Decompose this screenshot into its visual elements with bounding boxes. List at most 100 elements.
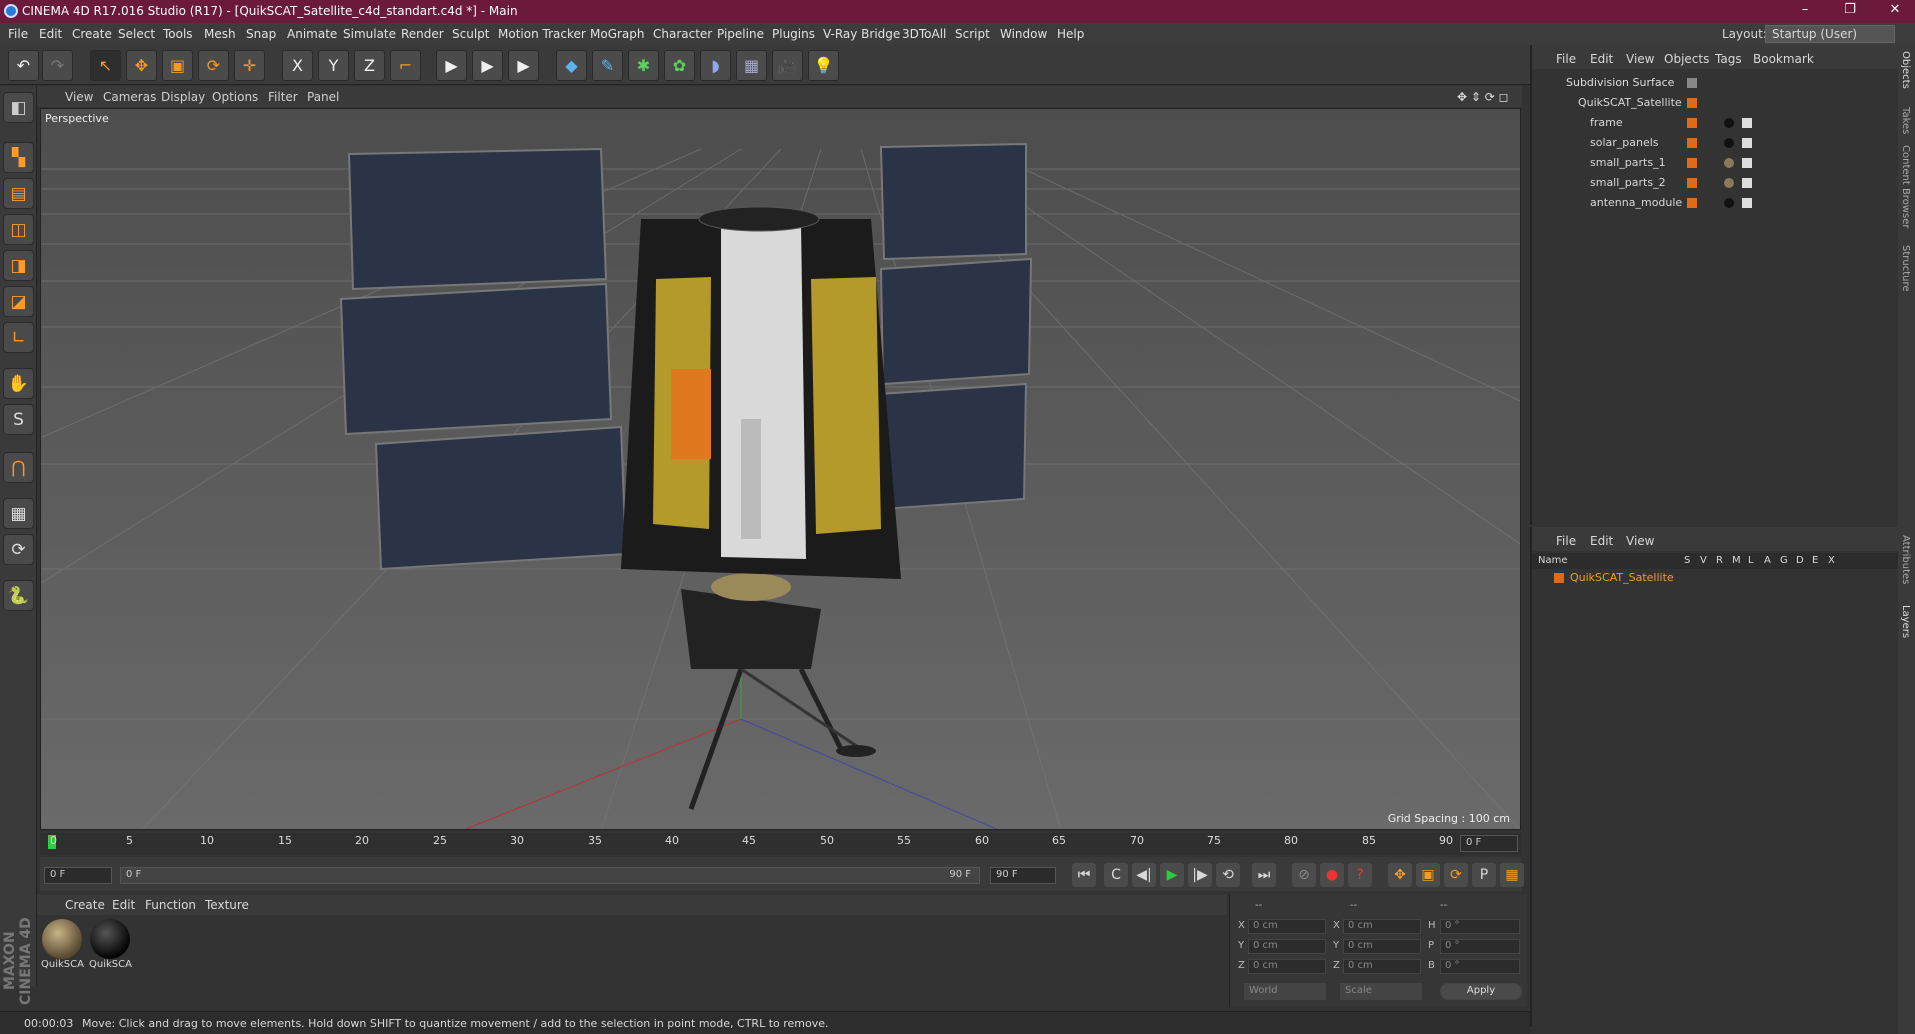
menu-mograph[interactable]: MoGraph <box>590 27 645 41</box>
pen-spline-icon[interactable]: ✎ <box>592 50 623 81</box>
move-tool-icon[interactable]: ✥ <box>126 50 157 81</box>
object-menu-tags[interactable]: Tags <box>1715 52 1742 66</box>
object-menu-view[interactable]: View <box>1626 52 1654 66</box>
menu-sculpt[interactable]: Sculpt <box>452 27 489 41</box>
layer-row[interactable]: QuikSCAT_Satellite <box>1532 570 1900 586</box>
menu-character[interactable]: Character <box>653 27 712 41</box>
menu-pipeline[interactable]: Pipeline <box>717 27 764 41</box>
scale-dropdown[interactable]: Scale <box>1340 983 1422 1000</box>
menu-plugins[interactable]: Plugins <box>772 27 815 41</box>
z-axis-lock-icon[interactable]: Z <box>354 50 385 81</box>
transform-tool-icon[interactable]: ✛ <box>234 50 265 81</box>
texture-tag-icon[interactable] <box>1742 138 1752 148</box>
coordinate-system-icon[interactable]: ⌐ <box>390 50 421 81</box>
layer-color-swatch[interactable] <box>1687 178 1697 188</box>
layer-color-swatch[interactable] <box>1687 138 1697 148</box>
menu-file[interactable]: File <box>8 27 28 41</box>
material-tag-icon[interactable] <box>1724 158 1734 168</box>
material-menu-texture[interactable]: Texture <box>205 898 249 912</box>
side-tab-layers[interactable]: Layers <box>1900 605 1911 638</box>
material-menu-create[interactable]: Create <box>65 898 105 912</box>
render-view-icon[interactable]: ▶ <box>436 50 467 81</box>
start-frame-field[interactable]: 0 F <box>44 867 112 884</box>
size-z-field[interactable]: 0 cm <box>1343 959 1421 974</box>
side-tab-attributes[interactable]: Attributes <box>1900 535 1911 584</box>
position-x-field[interactable]: 0 cm <box>1248 919 1326 934</box>
floor-object-icon[interactable]: ▦ <box>736 50 767 81</box>
menu-3dtoall[interactable]: 3DToAll <box>902 27 946 41</box>
points-mode-icon[interactable]: ◨ <box>3 250 34 281</box>
go-to-end-icon[interactable]: ⏭ <box>1252 863 1276 887</box>
object-row-frame[interactable]: frame <box>1532 113 1900 133</box>
end-frame-field[interactable]: 90 F <box>990 867 1056 884</box>
model-mode-icon[interactable]: ▚ <box>3 142 34 173</box>
viewport-menu-options[interactable]: Options <box>212 90 258 104</box>
redo-icon[interactable]: ↷ <box>42 50 73 81</box>
menu-create[interactable]: Create <box>72 27 112 41</box>
snap-icon[interactable]: ⋂ <box>3 452 34 483</box>
texture-tag-icon[interactable] <box>1742 178 1752 188</box>
layer-color-swatch[interactable] <box>1687 78 1697 88</box>
prev-frame-icon[interactable]: ◀| <box>1132 863 1156 887</box>
frame-range-slider[interactable]: 0 F 90 F <box>120 867 980 884</box>
viewport-menu-display[interactable]: Display <box>161 90 205 104</box>
workplane-lock-icon[interactable]: ▦ <box>3 498 34 529</box>
layer-menu-file[interactable]: File <box>1556 534 1576 548</box>
layer-menu-view[interactable]: View <box>1626 534 1654 548</box>
menu-help[interactable]: Help <box>1057 27 1084 41</box>
maximize-button[interactable]: ❐ <box>1830 2 1870 21</box>
material-menu-edit[interactable]: Edit <box>112 898 135 912</box>
menu-animate[interactable]: Animate <box>287 27 337 41</box>
menu-motion-tracker[interactable]: Motion Tracker <box>498 27 586 41</box>
menu-script[interactable]: Script <box>955 27 990 41</box>
position-z-field[interactable]: 0 cm <box>1248 959 1326 974</box>
layer-color-swatch[interactable] <box>1687 118 1697 128</box>
menu-mesh[interactable]: Mesh <box>204 27 236 41</box>
menu-snap[interactable]: Snap <box>246 27 276 41</box>
object-row-solar-panels[interactable]: solar_panels <box>1532 133 1900 153</box>
object-row-small-parts-1[interactable]: small_parts_1 <box>1532 153 1900 173</box>
menu-edit[interactable]: Edit <box>39 27 62 41</box>
viewport-menu-filter[interactable]: Filter <box>268 90 298 104</box>
x-axis-lock-icon[interactable]: X <box>282 50 313 81</box>
rotation-p-field[interactable]: 0 ° <box>1440 939 1520 954</box>
layer-color-swatch[interactable] <box>1554 573 1564 583</box>
menu-simulate[interactable]: Simulate <box>343 27 396 41</box>
viewport-nav-icons[interactable]: ✥ ⇕ ⟳ ◻ <box>1457 90 1509 104</box>
material-swatch[interactable]: QuikSCA <box>41 919 84 979</box>
timeline-ruler[interactable]: 0 5 10 15 20 25 30 35 40 45 50 55 60 65 … <box>40 833 1521 855</box>
camera-icon[interactable]: 🎥 <box>772 50 803 81</box>
object-row-subdivision-surface[interactable]: Subdivision Surface <box>1532 73 1900 93</box>
viewport-menu-panel[interactable]: Panel <box>307 90 339 104</box>
render-settings-icon[interactable]: ▶ <box>508 50 539 81</box>
loop-icon[interactable]: ⟲ <box>1216 863 1240 887</box>
go-to-start-icon[interactable]: ⏮ <box>1072 863 1096 887</box>
position-y-field[interactable]: 0 cm <box>1248 939 1326 954</box>
material-tag-icon[interactable] <box>1724 138 1734 148</box>
menu-render[interactable]: Render <box>401 27 444 41</box>
minimize-button[interactable]: – <box>1785 2 1825 21</box>
auto-key-icon[interactable]: ? <box>1348 863 1372 887</box>
object-row-quikscat-satellite[interactable]: QuikSCAT_Satellite <box>1532 93 1900 113</box>
viewport-menu-cameras[interactable]: Cameras <box>103 90 156 104</box>
key-position-icon[interactable]: ✥ <box>1388 863 1412 887</box>
object-menu-edit[interactable]: Edit <box>1590 52 1613 66</box>
texture-mode-icon[interactable]: ▤ <box>3 178 34 209</box>
material-menu-function[interactable]: Function <box>145 898 196 912</box>
menu-tools[interactable]: Tools <box>163 27 193 41</box>
material-swatch[interactable]: QuikSCA <box>89 919 132 979</box>
rotation-b-field[interactable]: 0 ° <box>1440 959 1520 974</box>
object-menu-bookmark[interactable]: Bookmark <box>1753 52 1814 66</box>
object-row-small-parts-2[interactable]: small_parts_2 <box>1532 173 1900 193</box>
object-row-antenna-module[interactable]: antenna_module <box>1532 193 1900 213</box>
make-editable-icon[interactable]: ◧ <box>3 92 34 123</box>
workplane-mode-icon[interactable]: ◫ <box>3 214 34 245</box>
play-icon[interactable]: ▶ <box>1160 863 1184 887</box>
side-tab-content-browser[interactable]: Content Browser <box>1900 145 1911 228</box>
subdivision-surface-icon[interactable]: ✱ <box>628 50 659 81</box>
texture-tag-icon[interactable] <box>1742 158 1752 168</box>
mograph-cloner-icon[interactable]: ✿ <box>664 50 695 81</box>
axis-mode-icon[interactable]: ✋ <box>3 368 34 399</box>
key-rotation-icon[interactable]: ⟳ <box>1444 863 1468 887</box>
polygons-mode-icon[interactable]: ∟ <box>3 322 34 353</box>
